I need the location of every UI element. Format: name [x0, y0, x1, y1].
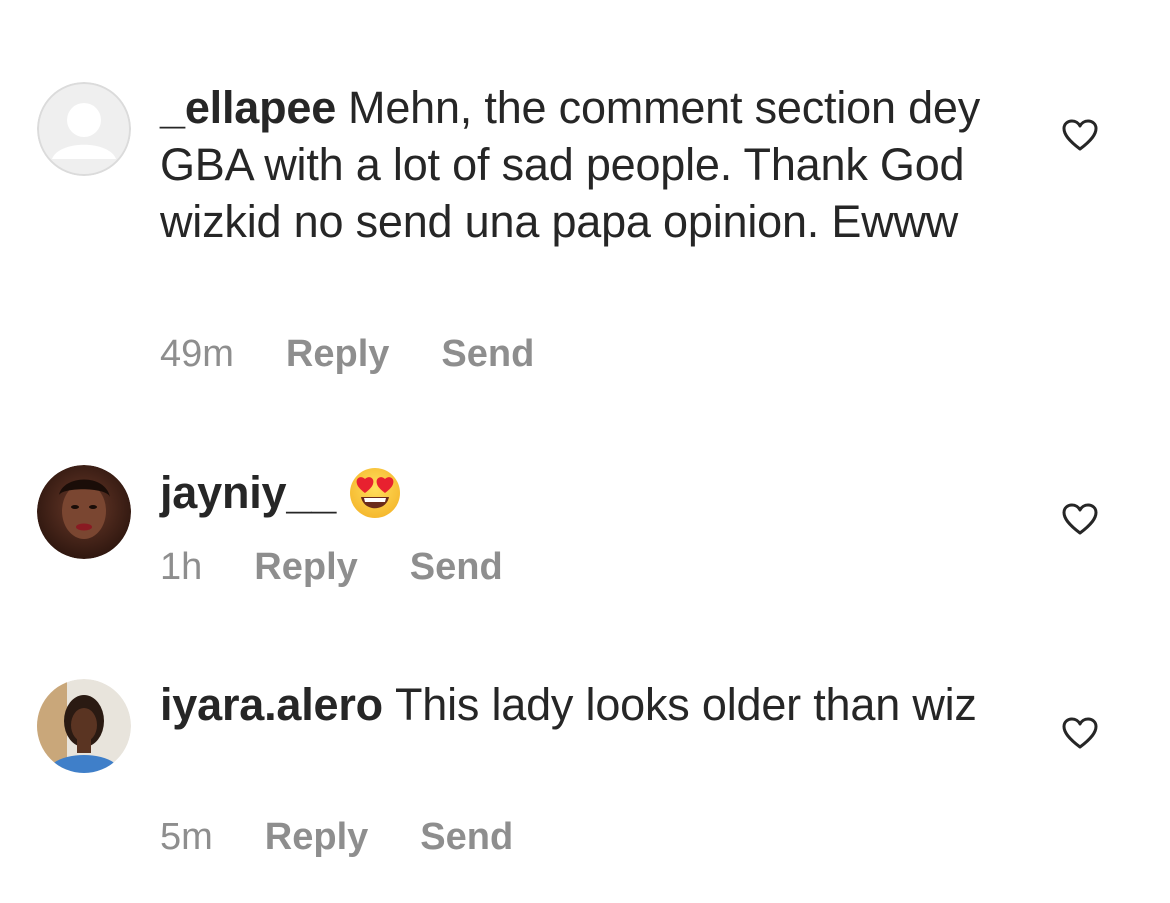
comment-body: iyara.alero This lady looks older than wi…: [160, 676, 990, 733]
heart-outline-icon[interactable]: [1062, 717, 1098, 749]
comment-meta: 49m Reply Send: [160, 331, 586, 377]
comment-username[interactable]: _ellapee: [160, 82, 336, 133]
profile-photo-icon: [37, 679, 131, 773]
default-avatar-icon: [37, 82, 131, 176]
comment-timestamp: 1h: [160, 546, 203, 588]
send-button[interactable]: Send: [420, 814, 513, 860]
heart-outline-icon[interactable]: [1062, 503, 1098, 535]
comment-timestamp: 49m: [160, 333, 234, 375]
heart-eyes-emoji-icon: [350, 468, 401, 518]
comment-meta: 1h Reply Send: [160, 544, 555, 590]
avatar-photo[interactable]: [37, 679, 131, 773]
comment-meta: 5m Reply Send: [160, 814, 565, 860]
comment-username[interactable]: jayniy__: [160, 467, 336, 518]
heart-outline-icon[interactable]: [1062, 119, 1098, 151]
comment-body: jayniy__: [160, 464, 990, 521]
comment-timestamp: 5m: [160, 816, 213, 858]
reply-button[interactable]: Reply: [286, 331, 389, 377]
avatar-photo[interactable]: [37, 465, 131, 559]
comment-body: _ellapee Mehn, the comment section dey GB…: [160, 79, 990, 250]
send-button[interactable]: Send: [441, 331, 534, 377]
comment-text: This lady looks older than wiz: [394, 679, 977, 730]
avatar-default[interactable]: [37, 82, 131, 176]
reply-button[interactable]: Reply: [254, 544, 357, 590]
comment-username[interactable]: iyara.alero: [160, 679, 383, 730]
profile-photo-icon: [37, 465, 131, 559]
send-button[interactable]: Send: [410, 544, 503, 590]
reply-button[interactable]: Reply: [265, 814, 368, 860]
